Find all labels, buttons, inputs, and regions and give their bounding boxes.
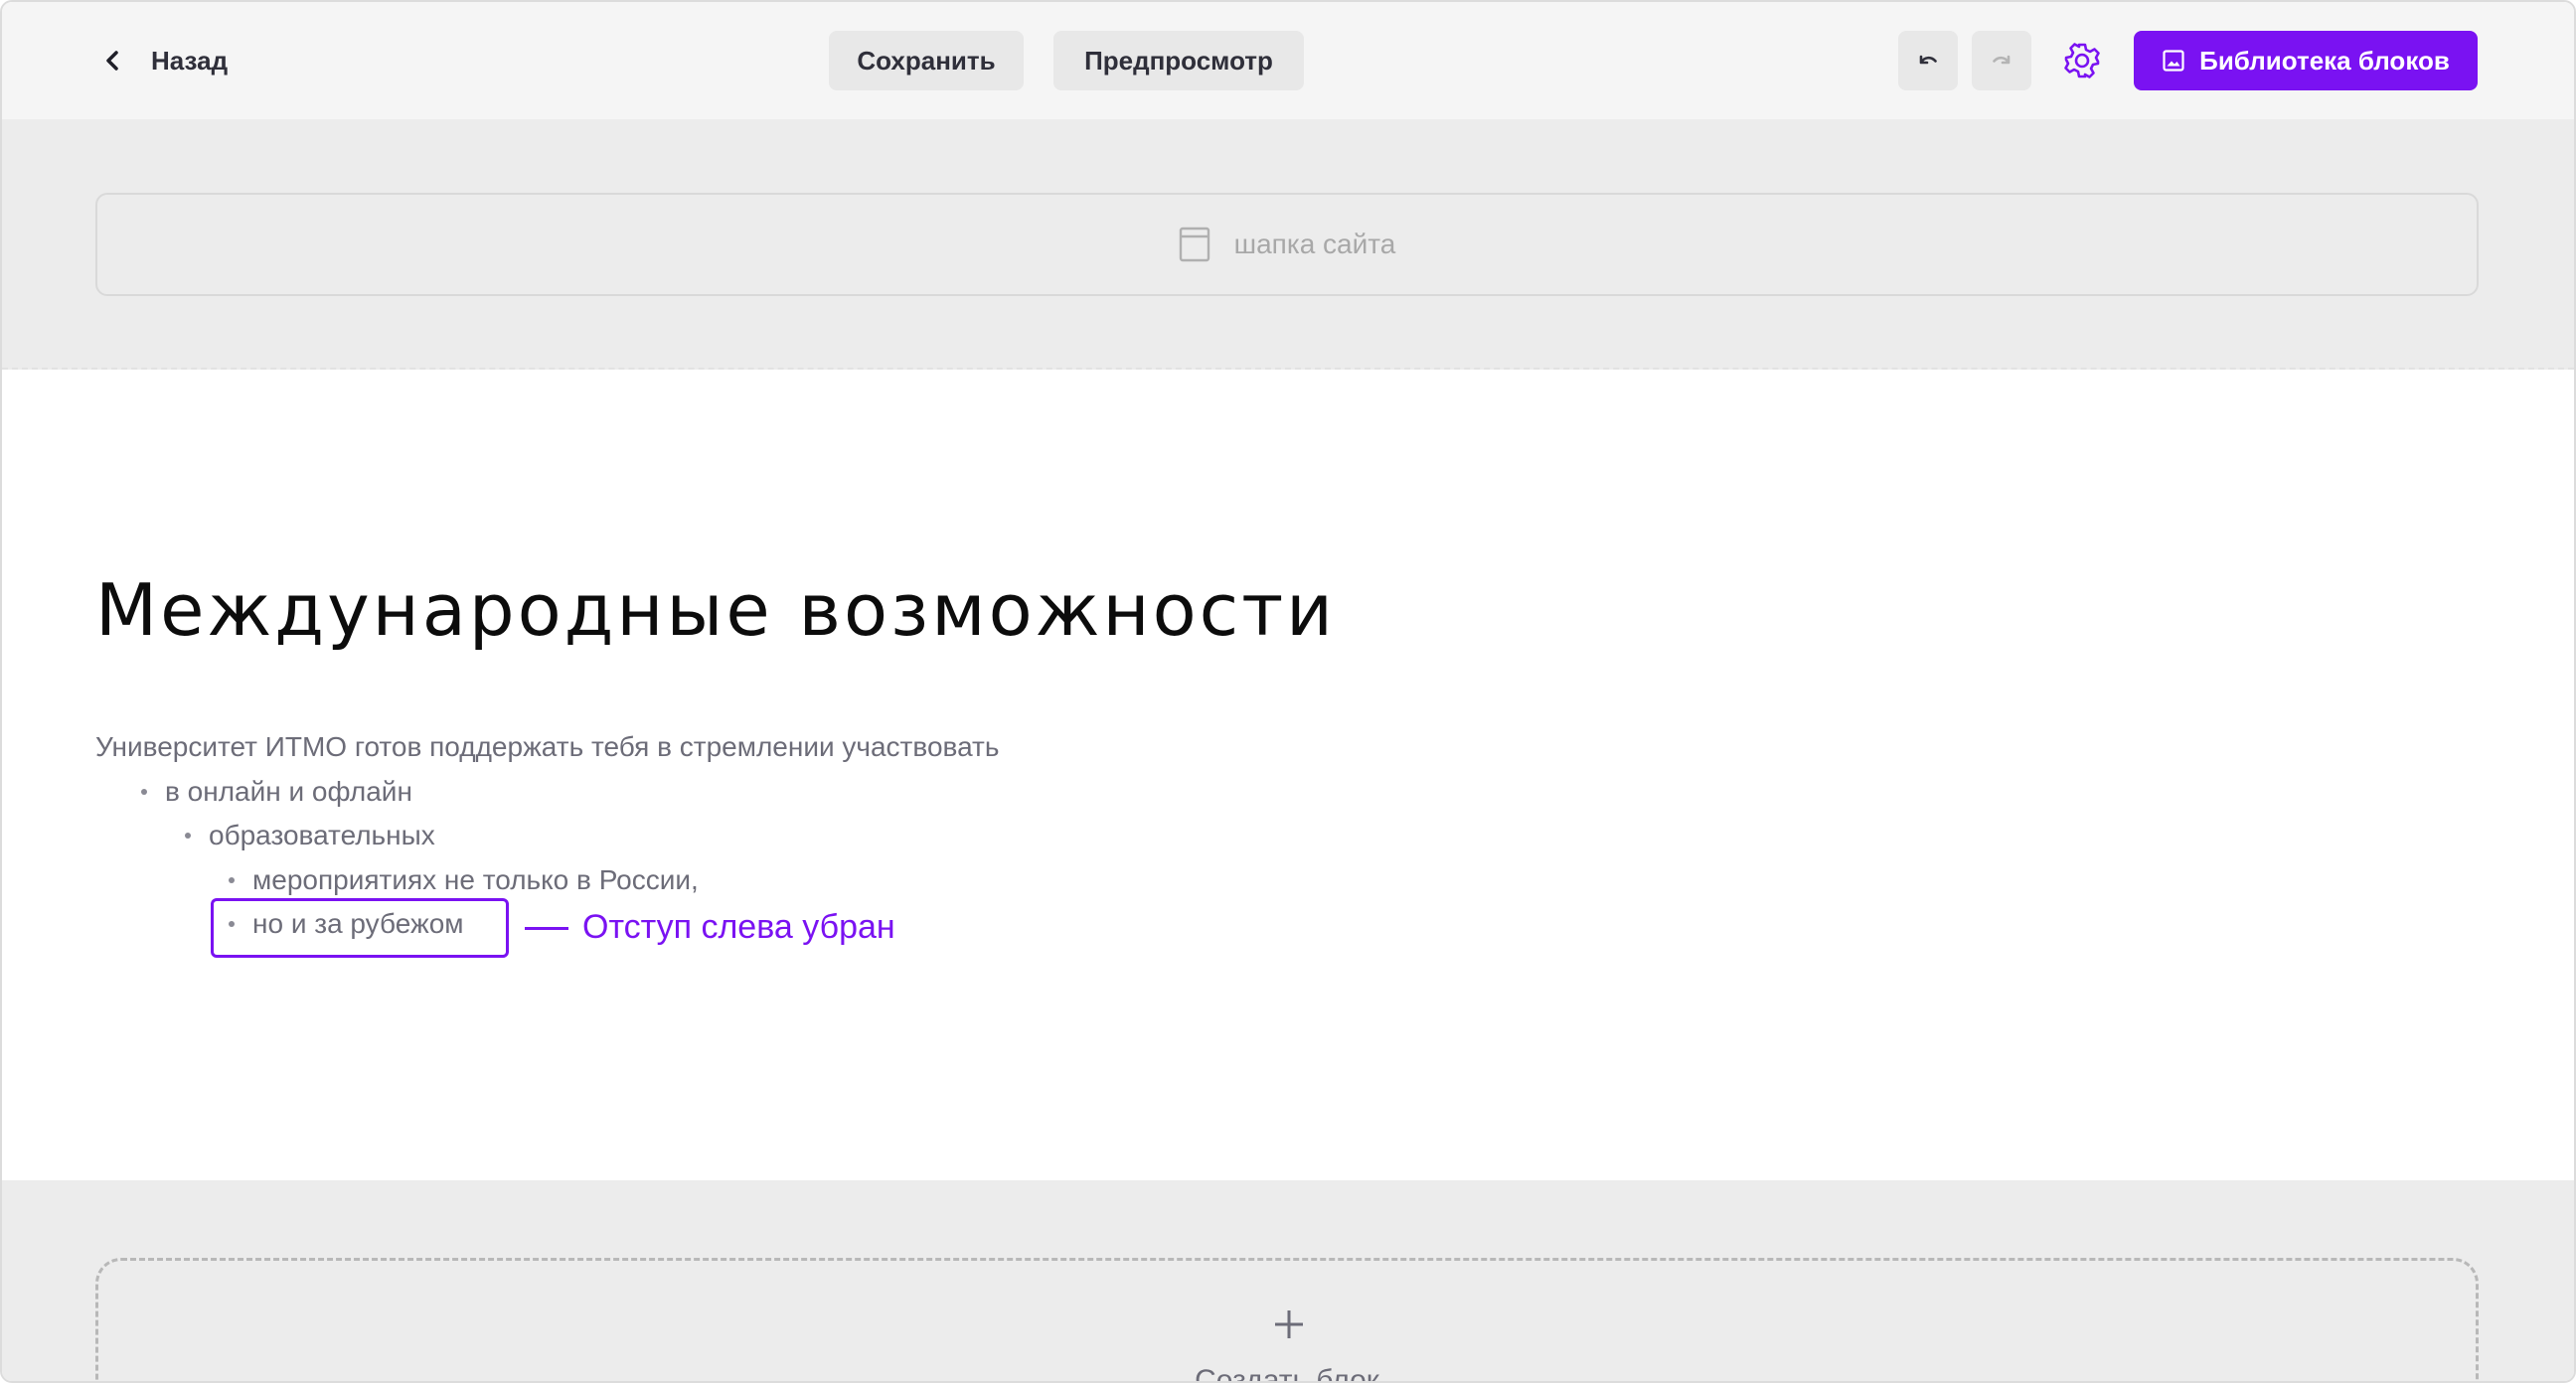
- settings-button[interactable]: [2057, 36, 2107, 85]
- page-title: Международные возможности: [95, 568, 1336, 652]
- list-item: в онлайн и офлайн: [141, 776, 412, 808]
- page-header-icon: [1179, 227, 1209, 262]
- create-block-button[interactable]: Создать блок: [95, 1258, 2479, 1383]
- undo-icon: [1919, 55, 1937, 65]
- preview-button[interactable]: Предпросмотр: [1053, 31, 1304, 90]
- back-button[interactable]: Назад: [97, 34, 228, 87]
- annotation-label: Отступ слева убран: [582, 908, 895, 946]
- back-label: Назад: [151, 45, 229, 76]
- chevron-left-icon: [106, 51, 118, 71]
- plus-icon: [1275, 1310, 1303, 1338]
- annotation-highlight-box: [211, 898, 509, 958]
- bullet-icon: [185, 833, 191, 839]
- create-zone: Создать блок: [2, 1180, 2574, 1383]
- bullet-icon: [141, 789, 147, 795]
- image-icon: [2163, 50, 2184, 72]
- bullet-icon: [229, 877, 235, 883]
- block-library-button[interactable]: Библиотека блоков: [2134, 31, 2478, 90]
- list-item-text: мероприятиях не только в России,: [252, 864, 699, 895]
- site-header-placeholder[interactable]: шапка сайта: [95, 193, 2479, 296]
- top-toolbar: Назад Сохранить Предпросмотр Библиотека …: [2, 2, 2574, 119]
- list-item: образовательных: [185, 820, 435, 851]
- annotation-connector: [525, 927, 568, 930]
- content-block[interactable]: Международные возможности Университет ИТ…: [2, 370, 2574, 1180]
- undo-button[interactable]: [1898, 31, 1958, 90]
- block-library-label: Библиотека блоков: [2199, 45, 2450, 76]
- header-zone: шапка сайта: [2, 119, 2574, 370]
- redo-icon: [1993, 55, 2011, 65]
- site-header-label: шапка сайта: [1233, 229, 1396, 259]
- create-block-label: Создать блок: [1195, 1364, 1379, 1383]
- intro-text: Университет ИТМО готов поддержать тебя в…: [95, 731, 1000, 762]
- list-item-text: образовательных: [209, 820, 435, 850]
- save-button[interactable]: Сохранить: [829, 31, 1024, 90]
- list-item-text: в онлайн и офлайн: [165, 776, 412, 807]
- editor-window: Назад Сохранить Предпросмотр Библиотека …: [0, 0, 2576, 1383]
- redo-button[interactable]: [1972, 31, 2031, 90]
- list-item: мероприятиях не только в России,: [229, 864, 699, 896]
- gear-icon: [2064, 43, 2100, 78]
